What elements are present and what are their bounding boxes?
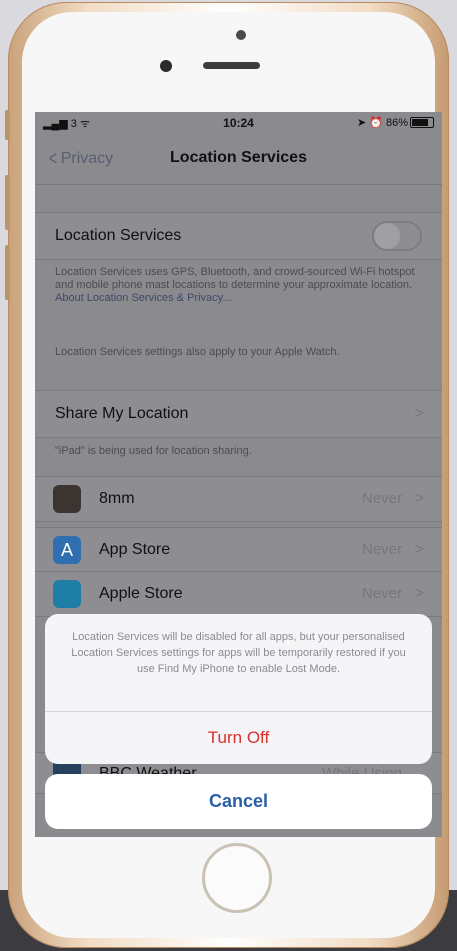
chevron-right-icon: > bbox=[414, 585, 424, 602]
earpiece-speaker bbox=[203, 62, 260, 69]
app-row-app-store[interactable]: A App Store Never > bbox=[35, 527, 442, 573]
chevron-right-icon: > bbox=[414, 490, 424, 507]
app-row-8mm[interactable]: 8mm Never > bbox=[35, 476, 442, 522]
app-permission: Never bbox=[361, 490, 402, 507]
share-location-row[interactable]: Share My Location > bbox=[35, 390, 442, 438]
share-location-label: Share My Location bbox=[55, 405, 189, 422]
volume-up-button bbox=[5, 175, 10, 230]
app-permission: Never bbox=[361, 585, 402, 602]
app-store-icon: A bbox=[53, 536, 81, 564]
proximity-sensor bbox=[160, 60, 172, 72]
shopping-bag-icon bbox=[53, 580, 81, 608]
action-sheet-message: Location Services will be disabled for a… bbox=[71, 631, 406, 675]
location-services-label: Location Services bbox=[55, 227, 182, 244]
chevron-right-icon: > bbox=[414, 541, 424, 558]
app-row-apple-store[interactable]: Apple Store Never > bbox=[35, 571, 442, 617]
home-button[interactable] bbox=[202, 843, 272, 913]
volume-down-button bbox=[5, 245, 10, 300]
page-title: Location Services bbox=[170, 149, 307, 166]
mute-switch bbox=[5, 110, 10, 140]
front-camera bbox=[236, 30, 246, 40]
toggle-knob bbox=[374, 223, 400, 249]
app-permission: Never bbox=[361, 541, 402, 558]
chevron-right-icon: > bbox=[414, 405, 424, 422]
screen: ▂▄▆ 3 ᯤ 10:24 ➤ ⏰ 86% < Privacy Location … bbox=[35, 112, 442, 837]
app-name: Apple Store bbox=[99, 585, 183, 602]
navigation-bar: < Privacy Location Services bbox=[35, 134, 442, 185]
about-location-link[interactable]: About Location Services & Privacy... bbox=[55, 292, 232, 304]
film-camera-icon bbox=[53, 485, 81, 513]
share-location-note: "iPad" is being used for location sharin… bbox=[55, 445, 252, 457]
cancel-button[interactable]: Cancel bbox=[45, 774, 432, 829]
location-services-toggle[interactable] bbox=[372, 221, 422, 251]
battery-percent: ➤ ⏰ 86% bbox=[356, 117, 408, 129]
app-name: 8mm bbox=[99, 490, 135, 507]
battery-icon bbox=[410, 117, 434, 128]
location-services-description: Location Services uses GPS, Bluetooth, a… bbox=[55, 266, 415, 304]
watch-note: Location Services settings also apply to… bbox=[55, 346, 340, 358]
location-services-row: Location Services bbox=[35, 212, 442, 260]
status-bar: ▂▄▆ 3 ᯤ 10:24 ➤ ⏰ 86% bbox=[35, 112, 442, 134]
app-name: App Store bbox=[99, 541, 171, 558]
turn-off-button[interactable]: Turn Off bbox=[45, 712, 432, 764]
action-sheet: Location Services will be disabled for a… bbox=[45, 614, 432, 764]
